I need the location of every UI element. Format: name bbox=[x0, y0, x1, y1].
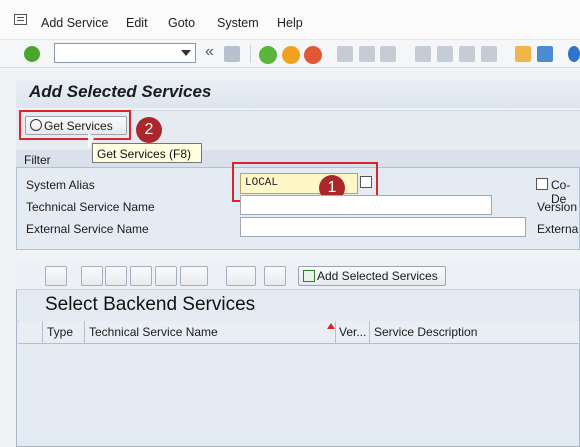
external-service-name-input[interactable] bbox=[240, 217, 526, 237]
add-icon bbox=[303, 270, 315, 282]
export-icon[interactable] bbox=[226, 266, 256, 286]
get-services-tooltip: Get Services (F8) bbox=[92, 143, 202, 163]
menu-edit[interactable]: Edit bbox=[126, 16, 148, 30]
external-service-name-label: External Service Name bbox=[26, 222, 149, 236]
select-all-icon[interactable] bbox=[19, 321, 43, 344]
add-selected-services-label: Add Selected Services bbox=[317, 269, 438, 283]
first-page-icon[interactable] bbox=[415, 46, 431, 62]
column-header-technical-service-name[interactable]: Technical Service Name bbox=[85, 321, 336, 344]
layout-icon[interactable] bbox=[264, 266, 286, 286]
add-selected-services-button[interactable]: Add Selected Services bbox=[298, 266, 446, 286]
previous-page-icon[interactable] bbox=[437, 46, 453, 62]
cancel-icon[interactable] bbox=[304, 46, 322, 64]
help-icon[interactable] bbox=[568, 46, 580, 62]
column-header-service-description[interactable]: Service Description bbox=[370, 321, 580, 344]
menu-system[interactable]: System bbox=[217, 16, 259, 30]
back-icon[interactable]: « bbox=[205, 43, 214, 61]
system-alias-label: System Alias bbox=[26, 178, 95, 192]
save-icon[interactable] bbox=[224, 46, 240, 62]
menu-add-service[interactable]: Add Service bbox=[41, 16, 108, 30]
menu-help[interactable]: Help bbox=[277, 16, 303, 30]
mouse-cursor-icon bbox=[88, 131, 94, 152]
menu-goto[interactable]: Goto bbox=[168, 16, 195, 30]
sort-ascending-icon[interactable] bbox=[81, 266, 103, 286]
grid-title: Select Backend Services bbox=[45, 294, 256, 315]
chevron-down-icon[interactable] bbox=[181, 50, 191, 56]
menu-icon[interactable] bbox=[14, 14, 27, 25]
details-icon[interactable] bbox=[45, 266, 67, 286]
toolbar-divider bbox=[250, 45, 251, 63]
technical-service-name-input[interactable] bbox=[240, 195, 492, 215]
column-header-version[interactable]: Ver... bbox=[336, 321, 370, 344]
command-field[interactable] bbox=[54, 43, 196, 63]
sort-indicator-icon bbox=[327, 323, 335, 329]
print-icon[interactable] bbox=[337, 46, 353, 62]
filter-title: Filter bbox=[24, 153, 51, 167]
next-page-icon[interactable] bbox=[459, 46, 475, 62]
last-page-icon[interactable] bbox=[481, 46, 497, 62]
find-icon[interactable] bbox=[359, 46, 375, 62]
co-deployed-checkbox[interactable] bbox=[536, 178, 548, 190]
sort-descending-icon[interactable] bbox=[105, 266, 127, 286]
shortcut-icon[interactable] bbox=[537, 46, 553, 62]
technical-service-name-label: Technical Service Name bbox=[26, 200, 155, 214]
external-right-label: Externa bbox=[537, 222, 579, 236]
version-label: Version bbox=[537, 200, 578, 214]
step-badge-2: 2 bbox=[136, 117, 162, 143]
create-session-icon[interactable] bbox=[515, 46, 531, 62]
exit-icon[interactable] bbox=[282, 46, 300, 64]
column-header-type[interactable]: Type bbox=[43, 321, 85, 344]
enter-icon[interactable] bbox=[24, 46, 40, 62]
page-title: Add Selected Services bbox=[29, 82, 212, 101]
highlight-box-get-services bbox=[19, 110, 131, 140]
find-next-icon[interactable] bbox=[155, 266, 177, 286]
find-next-icon[interactable] bbox=[380, 46, 396, 62]
filter-icon[interactable] bbox=[180, 266, 208, 286]
find-icon[interactable] bbox=[130, 266, 152, 286]
back-icon[interactable] bbox=[259, 46, 277, 64]
